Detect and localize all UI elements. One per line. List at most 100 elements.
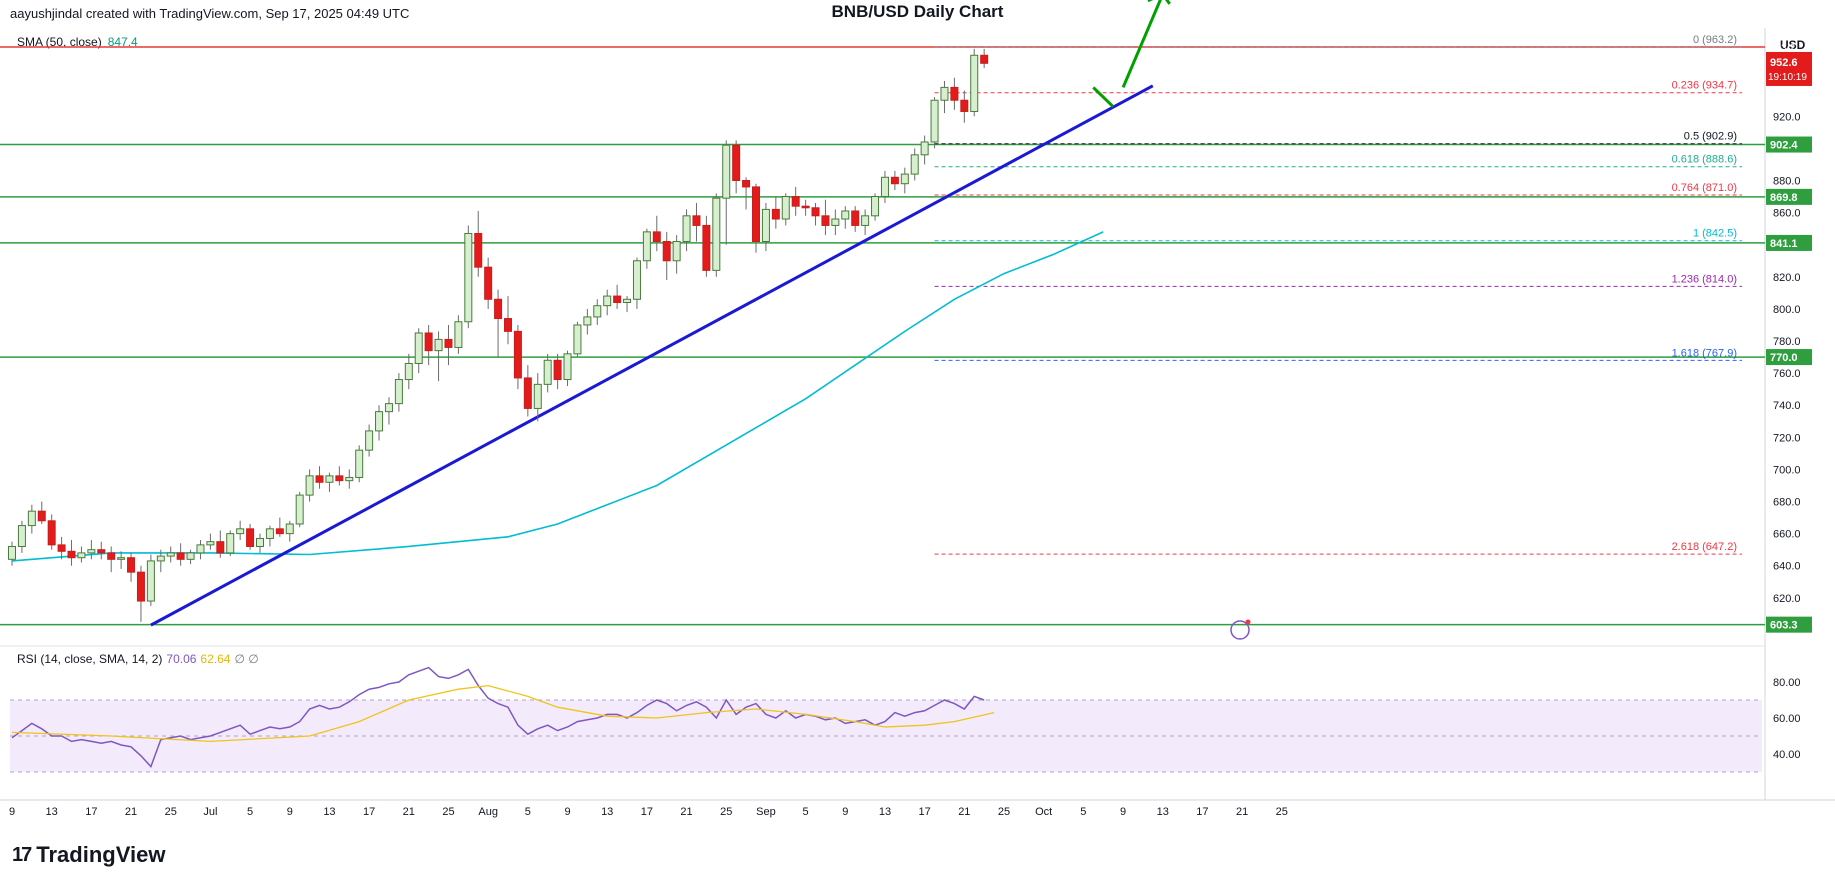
candle-body[interactable]: [513, 330, 522, 379]
candle-body[interactable]: [107, 552, 116, 560]
tradingview-brand[interactable]: 17 TradingView: [12, 842, 165, 868]
candle-body[interactable]: [970, 54, 979, 112]
candle-body[interactable]: [781, 196, 790, 220]
candle-body[interactable]: [186, 552, 195, 560]
candle-body[interactable]: [454, 321, 463, 348]
candle-body[interactable]: [702, 224, 711, 271]
candle-body[interactable]: [742, 179, 751, 188]
candle-body[interactable]: [523, 377, 532, 409]
candle-body[interactable]: [176, 552, 185, 560]
candle-body[interactable]: [692, 215, 701, 226]
candle-body[interactable]: [325, 475, 334, 483]
candle-body[interactable]: [464, 232, 473, 323]
candle-body[interactable]: [77, 552, 86, 559]
candle-body[interactable]: [226, 533, 235, 554]
candle-body[interactable]: [87, 549, 96, 554]
candle-body[interactable]: [672, 240, 681, 262]
candle-body[interactable]: [642, 231, 651, 262]
candle-body[interactable]: [57, 544, 66, 552]
candle-body[interactable]: [206, 541, 215, 546]
candle-body[interactable]: [920, 141, 929, 156]
candle-body[interactable]: [216, 541, 225, 554]
candle-body[interactable]: [97, 549, 106, 554]
candle-body[interactable]: [563, 353, 572, 381]
candle-body[interactable]: [117, 557, 126, 560]
trendline[interactable]: [150, 84, 1154, 627]
candle-body[interactable]: [196, 544, 205, 554]
candle-body[interactable]: [434, 338, 443, 352]
candle-body[interactable]: [47, 520, 56, 546]
candle-body[interactable]: [315, 475, 324, 483]
candle-body[interactable]: [146, 560, 155, 602]
candle-body[interactable]: [295, 494, 304, 525]
candle-body[interactable]: [910, 154, 919, 175]
candle-body[interactable]: [543, 359, 552, 385]
candle-body[interactable]: [940, 86, 949, 101]
candle-body[interactable]: [424, 332, 433, 352]
candle-body[interactable]: [484, 266, 493, 300]
candle-body[interactable]: [256, 537, 264, 547]
candle-body[interactable]: [831, 218, 840, 226]
candle-body[interactable]: [583, 316, 592, 326]
candle-body[interactable]: [771, 208, 780, 220]
candle-body[interactable]: [127, 557, 136, 573]
candle-body[interactable]: [305, 475, 314, 496]
candle-body[interactable]: [880, 176, 889, 198]
candle-body[interactable]: [404, 362, 413, 381]
candle-body[interactable]: [801, 205, 810, 209]
candle-body[interactable]: [553, 359, 562, 381]
candle-body[interactable]: [17, 525, 26, 547]
candle-body[interactable]: [652, 231, 661, 242]
candle-body[interactable]: [504, 318, 512, 332]
candle-body[interactable]: [841, 210, 850, 220]
candle-body[interactable]: [384, 403, 393, 413]
candle-body[interactable]: [355, 449, 364, 478]
candle-body[interactable]: [712, 197, 721, 271]
candle-body[interactable]: [623, 298, 632, 303]
candle-body[interactable]: [752, 186, 760, 242]
candle-body[interactable]: [761, 208, 770, 242]
candle-body[interactable]: [861, 215, 870, 226]
candle-body[interactable]: [821, 215, 830, 226]
candle-body[interactable]: [375, 411, 384, 432]
candle-body[interactable]: [136, 571, 145, 602]
candle-body[interactable]: [682, 215, 691, 242]
candle-body[interactable]: [365, 430, 374, 451]
candle-body[interactable]: [275, 528, 284, 535]
candle-body[interactable]: [980, 54, 989, 64]
candle-body[interactable]: [613, 295, 622, 303]
candle-body[interactable]: [246, 528, 255, 547]
candle-body[interactable]: [593, 305, 602, 318]
sma50-line[interactable]: [11, 231, 1104, 562]
candle-body[interactable]: [27, 510, 36, 527]
candle-body[interactable]: [930, 99, 939, 143]
candle-body[interactable]: [265, 528, 274, 539]
candle-body[interactable]: [573, 324, 582, 355]
candle-body[interactable]: [791, 196, 800, 207]
candle-body[interactable]: [474, 232, 483, 268]
candle-body[interactable]: [414, 332, 423, 364]
candle-body[interactable]: [811, 207, 820, 217]
candle-body[interactable]: [236, 528, 245, 535]
candle-body[interactable]: [394, 379, 403, 405]
candle-body[interactable]: [166, 552, 175, 557]
candle-body[interactable]: [156, 555, 165, 562]
candle-body[interactable]: [494, 298, 503, 320]
candle-body[interactable]: [851, 210, 860, 226]
candle-body[interactable]: [960, 99, 969, 112]
candle-body[interactable]: [722, 144, 731, 199]
candle-body[interactable]: [732, 144, 741, 181]
chart-canvas[interactable]: 620.0 640.0 660.0 680.0 700.0 720.0 740.0 760.0…: [0, 0, 1835, 883]
candle-body[interactable]: [67, 550, 76, 559]
candle-body[interactable]: [533, 383, 542, 409]
candle-body[interactable]: [950, 86, 959, 101]
candle-body[interactable]: [871, 196, 880, 217]
candle-body[interactable]: [662, 240, 671, 262]
candle-body[interactable]: [900, 173, 909, 185]
candle-body[interactable]: [890, 176, 899, 185]
candle-body[interactable]: [603, 295, 612, 307]
candle-body[interactable]: [444, 338, 453, 348]
candle-body[interactable]: [8, 545, 16, 560]
candle-body[interactable]: [335, 475, 344, 482]
candle-body[interactable]: [37, 510, 46, 522]
